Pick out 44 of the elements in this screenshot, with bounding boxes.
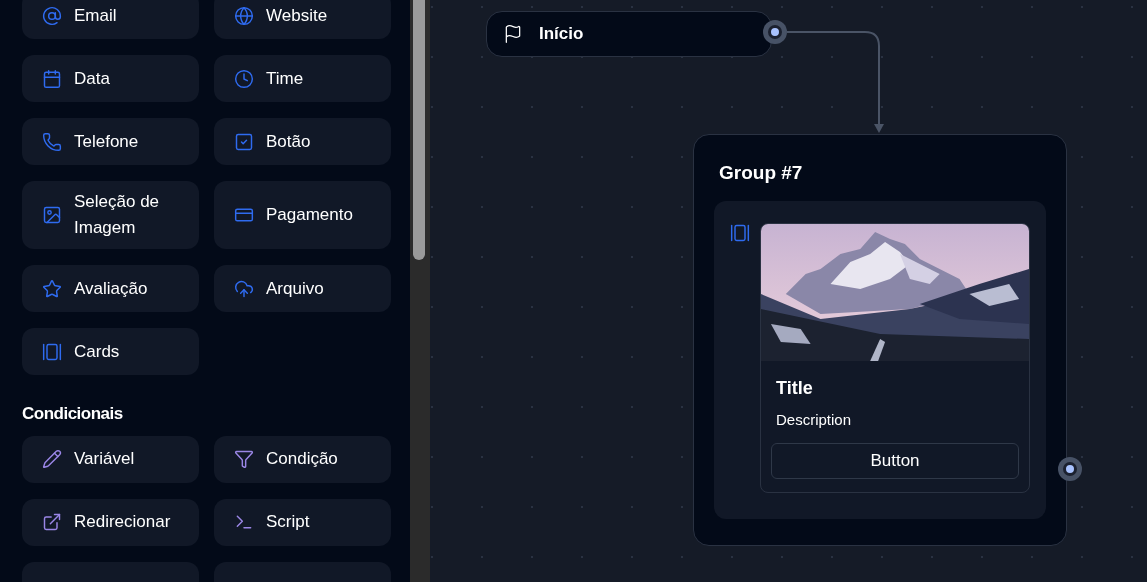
sidebar-item[interactable]: Botão: [214, 118, 391, 165]
terminal-icon: [234, 512, 254, 532]
scrollbar[interactable]: [410, 0, 430, 582]
sidebar-item[interactable]: Email: [22, 0, 199, 39]
sidebar-item[interactable]: Time: [214, 55, 391, 102]
sidebar-item[interactable]: Avaliação: [22, 265, 199, 312]
cloud-upload-icon: [234, 278, 254, 299]
checkbox-icon: [234, 131, 254, 152]
sidebar-item[interactable]: Variável: [22, 435, 199, 483]
cards-icon: [730, 223, 750, 243]
sidebar-item[interactable]: Cards: [22, 328, 199, 375]
section-heading: Condicionais: [22, 403, 124, 425]
phone-icon: [42, 131, 62, 152]
star-icon: [42, 278, 62, 299]
sidebar-item[interactable]: Pagamento: [214, 181, 391, 249]
card-title: Title: [776, 379, 814, 397]
connection-handle[interactable]: [1058, 457, 1082, 481]
sidebar-item[interactable]: Data: [22, 55, 199, 102]
sidebar-item[interactable]: Condição: [214, 435, 391, 483]
flag-icon: [503, 24, 523, 44]
sidebar-item[interactable]: Script: [214, 498, 391, 546]
node-title: Início: [539, 23, 584, 46]
sidebar-item[interactable]: Arquivo: [214, 265, 391, 312]
sidebar-item[interactable]: Telefone: [22, 118, 199, 165]
at-sign-icon: [42, 5, 62, 26]
connection-handle[interactable]: [763, 20, 787, 44]
pencil-icon: [42, 449, 62, 469]
globe-icon: [234, 5, 254, 26]
start-node[interactable]: Início: [486, 11, 772, 57]
scrollbar-thumb[interactable]: [413, 0, 425, 260]
clock-icon: [234, 68, 254, 89]
sidebar-item[interactable]: Website: [214, 0, 391, 39]
sidebar-item[interactable]: Redirecionar: [22, 498, 199, 546]
image-icon: [42, 205, 62, 225]
card-button[interactable]: Button: [771, 443, 1019, 479]
external-link-icon: [42, 512, 62, 532]
card-description: Description: [776, 412, 853, 427]
credit-card-icon: [234, 205, 254, 225]
cards-icon: [42, 341, 62, 362]
filter-icon: [234, 449, 254, 469]
calendar-icon: [42, 68, 62, 89]
sidebar-item[interactable]: Seleção de Imagem: [22, 181, 199, 249]
group-node[interactable]: Group #7 Title Description Button: [693, 134, 1067, 546]
group-title: Group #7: [719, 163, 804, 182]
